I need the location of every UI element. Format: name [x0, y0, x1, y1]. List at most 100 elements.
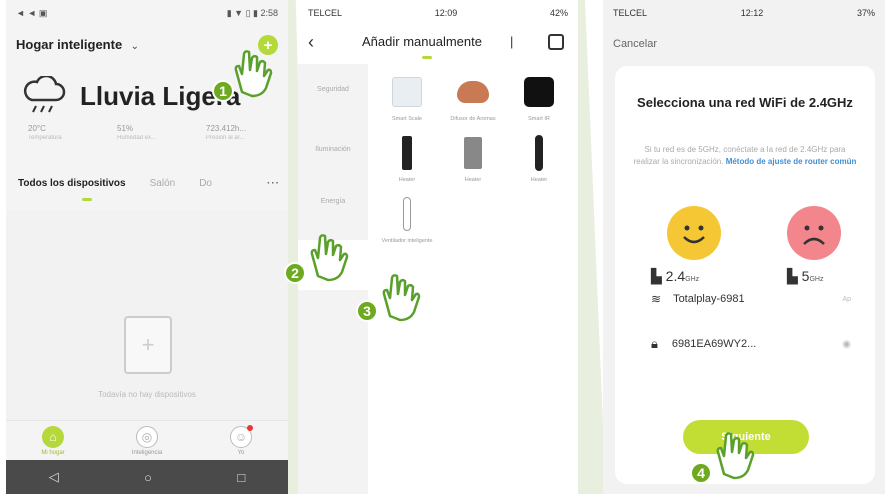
weather-widget: Lluvia Ligera [20, 76, 240, 116]
recents-nav-icon[interactable]: □ [237, 470, 245, 485]
category-lighting[interactable]: Iluminación [298, 124, 368, 174]
wifi-change-label[interactable]: Ap [842, 296, 851, 303]
tab-label: Inteligencia [131, 449, 163, 456]
home-selector[interactable]: Hogar inteligente ⌄ [16, 36, 139, 54]
status-bar: TELCEL 12:12 37% [603, 0, 885, 26]
empty-document-icon: + [124, 316, 172, 374]
stat-label: Presión al ar... [206, 135, 245, 141]
connector-band [576, 0, 606, 494]
freq-24-value: 2.4 [665, 268, 686, 284]
home-nav-icon[interactable]: ○ [144, 470, 152, 485]
weather-stats: 20°C Temperatura 51% Humedad ex... 723.4… [28, 124, 278, 141]
heater-icon [453, 133, 493, 173]
device-list-area [6, 210, 288, 420]
empty-state-text: Todavía no hay dispositivos [98, 390, 196, 399]
step-marker-2: 2 [284, 262, 306, 284]
home-title: Hogar inteligente [16, 37, 123, 52]
device-name: Heater [464, 177, 482, 184]
wifi-title: Selecciona una red WiFi de 2.4GHz [637, 95, 853, 110]
scan-icon[interactable] [548, 34, 564, 50]
step-marker-3: 3 [356, 300, 378, 322]
freq-24-label: ▙ 2.4GHz [651, 268, 699, 285]
active-tab-indicator [82, 198, 92, 201]
stat-label: Humedad ex... [117, 135, 157, 141]
status-left: ◄ ◄ ▣ [16, 7, 48, 18]
category-energy[interactable]: Energía [298, 176, 368, 226]
device-item[interactable]: Smart Scale [374, 72, 440, 123]
password-row[interactable]: 🔒︎ 6981EA69WY2... ◉ [651, 336, 851, 352]
device-name: Smart IR [528, 116, 550, 122]
smart-icon: ◎ [136, 425, 158, 448]
stat-label: Temperatura [28, 135, 62, 141]
tab-do[interactable]: Do [199, 178, 212, 189]
room-tabs: Todos los dispositivos Salón Do ··· [18, 178, 280, 189]
cancel-button[interactable]: Cancelar [613, 38, 657, 50]
more-tabs-icon[interactable]: ··· [267, 178, 280, 189]
bottom-tab-bar: ⌂ Mi hogar ◎ Inteligencia ☺ Yo [6, 420, 288, 460]
back-arrow-icon[interactable]: ‹ [308, 32, 314, 53]
tutorial-stage: ◄ ◄ ▣ ▮ ▼ ▯ ▮ 2:58 Hogar inteligente ⌄ +… [0, 0, 890, 494]
router-help-link[interactable]: Método de ajuste de router común [726, 157, 857, 166]
status-bar: TELCEL 12:09 42% [298, 0, 578, 26]
status-time: 12:12 [740, 8, 764, 18]
device-item[interactable]: Ventilador inteligente [374, 194, 440, 245]
battery-label: 37% [856, 8, 875, 18]
sad-face-icon [787, 206, 841, 260]
device-grid: Smart Scale Difusor de Aromas Smart IR H… [374, 72, 572, 245]
divider: | [510, 34, 514, 49]
router-icon: ▙ [651, 268, 662, 284]
tab-salon[interactable]: Salón [150, 178, 176, 189]
tab-all-devices[interactable]: Todos los dispositivos [18, 178, 126, 189]
password-field[interactable]: 6981EA69WY2... [672, 338, 756, 350]
scale-icon [387, 72, 427, 112]
wifi-name: Totalplay-6981 [673, 293, 745, 305]
router-icon: ▙ [787, 268, 798, 284]
device-item[interactable]: Heater [374, 133, 440, 184]
stat-pressure: 723.412h... Presión al ar... [206, 124, 278, 141]
wifi-description: Si tu red es de 5GHz, conéctate a la red… [633, 144, 857, 167]
android-nav-bar: ◁ ○ □ [6, 460, 288, 494]
stat-temperature: 20°C Temperatura [28, 124, 100, 141]
rain-cloud-icon [23, 76, 66, 113]
step-marker-4: 4 [690, 462, 712, 484]
device-name: Smart Scale [392, 116, 422, 122]
pointing-hand-icon [716, 432, 755, 480]
pointing-hand-icon [382, 274, 421, 322]
back-nav-icon[interactable]: ◁ [49, 469, 59, 485]
device-item[interactable]: Heater [506, 133, 572, 184]
carrier-label: TELCEL [308, 8, 343, 18]
profile-icon: ☺ [230, 424, 253, 448]
chevron-down-icon: ⌄ [130, 41, 140, 52]
device-item[interactable]: Difusor de Aromas [440, 72, 506, 123]
status-time: 12:09 [434, 8, 458, 18]
step-marker-1: 1 [212, 80, 234, 102]
freq-unit: GHz [685, 276, 700, 283]
tab-me[interactable]: ☺ Yo [206, 424, 276, 456]
device-item[interactable]: Heater [440, 133, 506, 184]
category-security[interactable]: Seguridad [298, 64, 368, 114]
status-bar: ◄ ◄ ▣ ▮ ▼ ▯ ▮ 2:58 [6, 0, 288, 26]
device-name: Heater [398, 177, 416, 184]
eye-icon[interactable]: ◉ [842, 339, 851, 350]
device-name: Heater [530, 177, 548, 184]
tab-label: Mi hogar [41, 449, 65, 456]
stat-value: 723.412h... [206, 124, 247, 133]
wifi-icon: ≋ [651, 292, 662, 306]
wifi-network-row[interactable]: ≋ Totalplay-6981 Ap [651, 292, 851, 306]
tab-home[interactable]: ⌂ Mi hogar [18, 425, 88, 456]
heater-icon [387, 133, 427, 173]
stat-value: 51% [117, 124, 134, 133]
battery-label: 42% [549, 8, 568, 18]
pointing-hand-icon [310, 234, 349, 282]
device-item[interactable]: Smart IR [506, 72, 572, 123]
home-icon: ⌂ [42, 425, 64, 448]
heater-icon [519, 133, 559, 173]
carrier-label: TELCEL [613, 8, 648, 18]
stat-value: 20°C [28, 124, 46, 133]
fan-icon [387, 194, 427, 234]
tab-label: Yo [237, 449, 245, 456]
tab-smart[interactable]: ◎ Inteligencia [112, 425, 182, 456]
ir-remote-icon [519, 72, 559, 112]
add-header: ‹ Añadir manualmente | [298, 26, 578, 58]
phone-wifi-select: TELCEL 12:12 37% Cancelar Selecciona una… [603, 0, 885, 494]
